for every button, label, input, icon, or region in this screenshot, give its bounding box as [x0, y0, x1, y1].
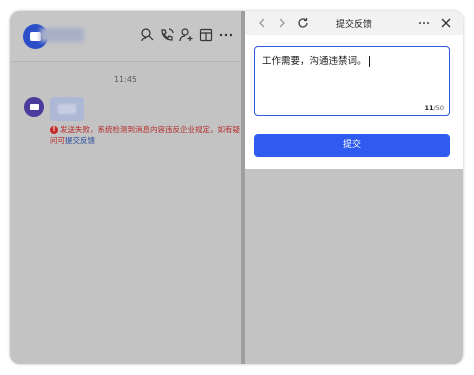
char-counter: 11/50	[424, 104, 444, 112]
panel-toolbar: 提交反馈	[245, 11, 463, 35]
call-icon[interactable]	[159, 27, 175, 43]
more-icon[interactable]	[218, 27, 234, 43]
chat-header	[10, 11, 241, 62]
feedback-panel: 提交反馈 工作需要，沟通违禁词。 11/50 提交	[245, 11, 463, 169]
chat-name-blurred	[40, 28, 84, 42]
sender-avatar[interactable]	[24, 97, 44, 117]
error-icon: !	[50, 126, 58, 134]
submit-button[interactable]: 提交	[254, 134, 450, 157]
close-icon[interactable]	[439, 16, 453, 30]
feedback-textarea[interactable]: 工作需要，沟通违禁词。 11/50	[254, 46, 450, 116]
window-icon[interactable]	[198, 27, 214, 43]
feedback-text: 工作需要，沟通违禁词。	[262, 53, 370, 67]
chat-pane: 11:45 ! 发送失败，系统检测到消息内容违反企业规定，如有疑问可提交反馈	[10, 11, 241, 364]
feedback-text-value: 工作需要，沟通违禁词。	[262, 56, 367, 67]
search-person-icon[interactable]	[139, 27, 155, 43]
text-caret	[368, 56, 370, 67]
send-failed-notice: ! 发送失败，系统检测到消息内容违反企业规定，如有疑问可提交反馈	[50, 124, 245, 146]
feedback-pane: 提交反馈 工作需要，沟通违禁词。 11/50 提交	[245, 11, 463, 364]
message-timestamp: 11:45	[113, 75, 138, 84]
submit-feedback-link[interactable]: 提交反馈	[65, 136, 95, 145]
char-count-current: 11	[424, 104, 434, 112]
char-count-max: /50	[433, 104, 444, 112]
message-bubble-blurred[interactable]	[50, 97, 84, 121]
add-member-icon[interactable]	[178, 27, 194, 43]
app-window: 11:45 ! 发送失败，系统检测到消息内容违反企业规定，如有疑问可提交反馈 提交…	[10, 11, 463, 364]
more-options-icon[interactable]	[417, 16, 431, 30]
